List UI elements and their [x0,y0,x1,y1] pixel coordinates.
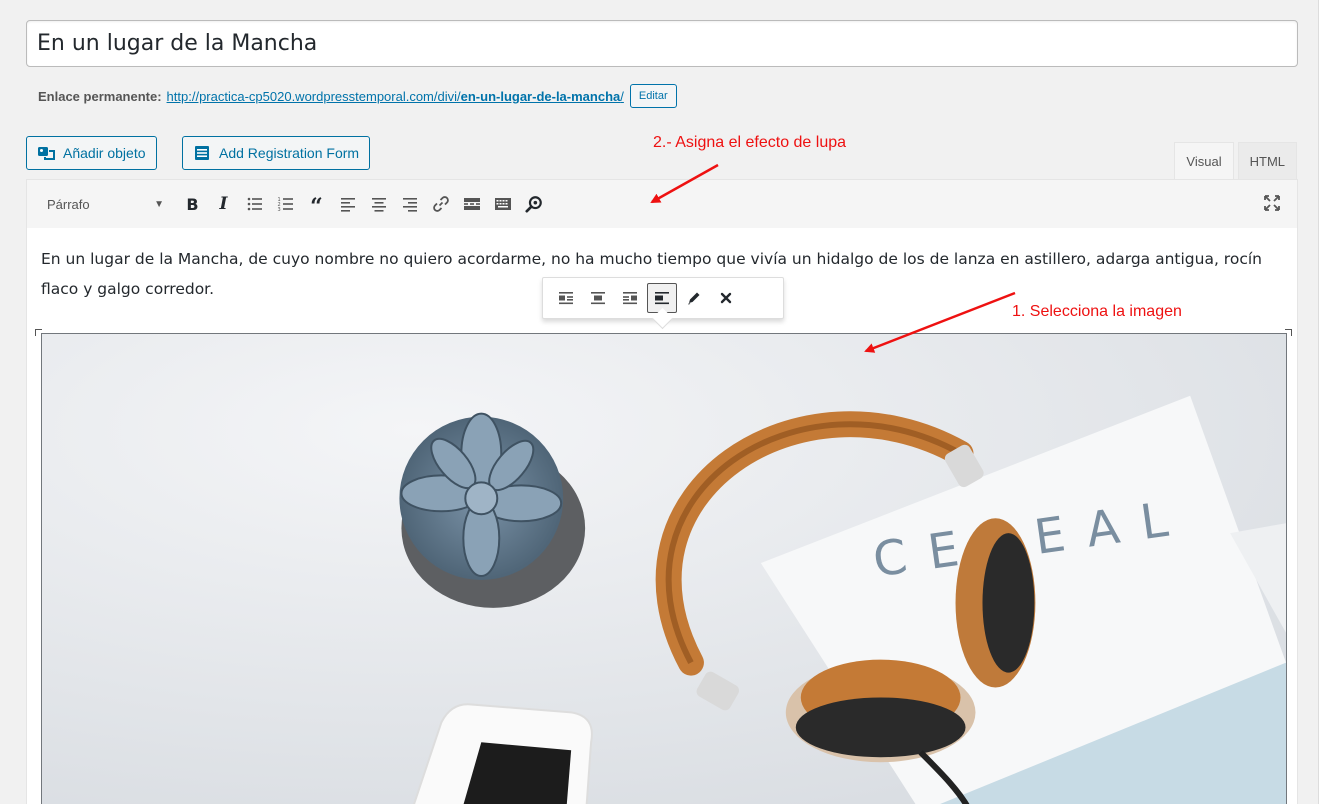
image-align-right-button[interactable] [615,283,645,313]
bullet-list-button[interactable] [239,189,270,219]
permalink-trailing: / [620,88,624,104]
quote-icon: “ [310,194,323,220]
magnifier-button[interactable] [518,189,549,219]
format-select-value: Párrafo [47,196,90,212]
italic-icon: I [219,194,228,214]
selected-image[interactable]: CEREAL [41,333,1287,804]
italic-button[interactable]: I [208,189,239,219]
close-icon [720,292,732,304]
svg-text:3: 3 [277,207,280,213]
add-registration-label: Add Registration Form [219,145,360,161]
post-title-input[interactable]: En un lugar de la Mancha [26,20,1298,67]
expand-icon [1264,195,1280,211]
bold-button[interactable]: B [177,189,208,219]
align-none-icon [655,292,669,305]
image-align-left-button[interactable] [551,283,581,313]
format-select[interactable]: Párrafo ▼ [37,189,172,219]
align-right-icon [402,198,417,212]
toolbar-toggle-button[interactable] [487,189,518,219]
keyboard-icon [494,198,511,210]
permalink-base: http://practica-cp5020.wordpresstemporal… [166,88,461,104]
blockquote-button[interactable]: “ [301,189,332,219]
bold-icon: B [186,194,199,214]
image-remove-button[interactable] [711,283,741,313]
insert-link-button[interactable] [425,189,456,219]
read-more-button[interactable] [456,189,487,219]
chevron-down-icon: ▼ [154,198,164,210]
align-left-icon [559,292,573,305]
image-align-none-button[interactable] [647,283,677,313]
numbered-list-button[interactable]: 123 [270,189,301,219]
tab-html[interactable]: HTML [1237,142,1297,179]
resize-handle-top-right[interactable] [1285,329,1292,336]
link-icon [432,196,449,212]
align-right-icon [623,292,637,305]
align-center-icon [371,198,386,212]
permalink-row: Enlace permanente: http://practica-cp502… [38,84,677,108]
editor-tabs: Visual HTML [1174,142,1297,179]
align-left-button[interactable] [332,189,363,219]
annotation-step-2: 2.- Asigna el efecto de lupa [653,134,847,151]
add-media-label: Añadir objeto [63,145,146,161]
add-media-button[interactable]: Añadir objeto [26,136,157,170]
right-sidebar-edge [1318,0,1325,804]
align-center-icon [591,292,605,305]
headphones-photo: CEREAL [42,334,1286,804]
image-align-center-button[interactable] [583,283,613,313]
media-icon [37,144,55,162]
align-center-button[interactable] [363,189,394,219]
editor-toolbar: Párrafo ▼ B I 123 “ [26,179,1298,228]
resize-handle-top-left[interactable] [35,329,42,336]
edit-permalink-button[interactable]: Editar [629,84,677,108]
tab-visual[interactable]: Visual [1174,142,1234,179]
annotation-step-1: 1. Selecciona la imagen [1012,303,1182,320]
align-left-icon [340,198,355,212]
align-right-button[interactable] [394,189,425,219]
add-registration-form-button[interactable]: Add Registration Form [182,136,371,170]
permalink-link[interactable]: http://practica-cp5020.wordpresstemporal… [167,89,624,104]
numbered-list-icon: 123 [277,197,293,213]
permalink-label: Enlace permanente: [38,88,162,104]
read-more-icon [463,198,480,210]
permalink-slug: en-un-lugar-de-la-mancha [460,88,621,104]
image-inline-toolbar [542,277,784,319]
magnifier-icon [524,196,542,213]
fullscreen-button[interactable] [1261,192,1283,214]
form-icon [193,144,211,162]
bullet-list-icon [247,197,262,211]
image-edit-button[interactable] [679,283,709,313]
pencil-icon [688,292,700,305]
